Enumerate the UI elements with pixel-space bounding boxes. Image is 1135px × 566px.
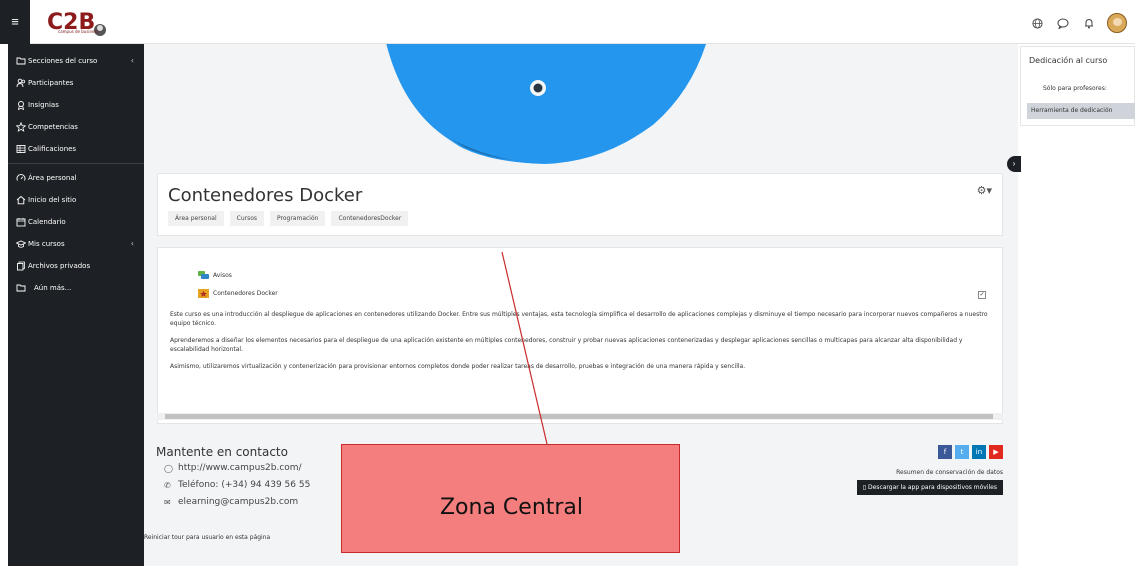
footer-email-link[interactable]: ✉ elearning@campus2b.com — [164, 497, 298, 507]
annotation-callout: Zona Central — [341, 444, 680, 553]
user-avatar[interactable] — [1107, 13, 1127, 33]
block-drawer: Dedicación al curso Sólo para profesores… — [1018, 44, 1135, 566]
footer-website-link[interactable]: ◯ http://www.campus2b.com/ — [164, 463, 302, 473]
activity-contenedores[interactable]: Contenedores Docker — [198, 289, 278, 298]
activity-label: Avisos — [213, 272, 232, 279]
menu-toggle-icon[interactable]: ≡ — [0, 0, 30, 44]
footer-website: http://www.campus2b.com/ — [178, 463, 302, 473]
twitter-icon[interactable]: t — [955, 445, 969, 459]
breadcrumb-item[interactable]: ContenedoresDocker — [331, 211, 409, 226]
breadcrumb: Área personal Cursos Programación Conten… — [168, 211, 409, 226]
sidebar-item-archivos-privados[interactable]: Archivos privados — [8, 255, 144, 277]
star-icon — [16, 122, 26, 132]
graduation-cap-icon — [16, 240, 26, 248]
course-description-paragraph: Aprenderemos a diseñar los elementos nec… — [170, 337, 963, 353]
sidebar-item-area-personal[interactable]: Área personal — [8, 167, 144, 189]
folder-icon — [16, 284, 26, 292]
youtube-icon[interactable]: ▶ — [989, 445, 1003, 459]
table-icon — [16, 145, 26, 153]
page-title: Contenedores Docker — [168, 185, 363, 206]
app-root: ≡ C2B campus de business Secciones del c… — [0, 0, 1135, 566]
lesson-icon — [198, 289, 209, 298]
data-retention-link[interactable]: Resumen de conservación de datos — [896, 469, 1003, 476]
sidebar-item-label: Secciones del curso — [28, 57, 98, 65]
sidebar-item-label: Insignias — [28, 101, 59, 109]
sidebar-item-label: Participantes — [28, 79, 74, 87]
footer-phone: ✆ Teléfono: (+34) 94 439 56 55 — [164, 480, 310, 490]
sidebar-item-insignias[interactable]: Insignias — [8, 94, 144, 116]
drawer-toggle-chevron-icon[interactable]: › — [1007, 156, 1021, 172]
envelope-icon: ✉ — [164, 497, 171, 507]
language-globe-icon[interactable] — [1029, 15, 1045, 31]
phone-icon: ✆ — [164, 480, 171, 490]
chevron-left-icon: ‹ — [130, 56, 134, 65]
sidebar-item-label: Calendario — [28, 218, 66, 226]
horizontal-scrollbar[interactable] — [157, 413, 1003, 420]
sidebar-item-calendario[interactable]: Calendario — [8, 211, 144, 233]
course-header-image — [144, 44, 1018, 170]
activity-avisos[interactable]: Avisos — [198, 271, 232, 280]
sidebar-item-label: Calificaciones — [28, 145, 77, 153]
annotation-label: Zona Central — [439, 495, 584, 520]
dedication-block: Dedicación al curso Sólo para profesores… — [1020, 46, 1135, 126]
site-logo[interactable]: C2B campus de business — [44, 5, 108, 39]
chevron-left-icon: ‹ — [130, 239, 134, 248]
home-icon — [16, 195, 26, 205]
sidebar-item-label: Área personal — [28, 174, 77, 182]
sidebar-item-calificaciones[interactable]: Calificaciones — [8, 138, 144, 160]
linkedin-icon[interactable]: in — [972, 445, 986, 459]
footer-phone-text: Teléfono: (+34) 94 439 56 55 — [178, 480, 311, 490]
breadcrumb-item[interactable]: Cursos — [229, 211, 265, 226]
block-title: Dedicación al curso — [1029, 56, 1108, 65]
folder-icon — [16, 57, 26, 65]
sidebar-item-mis-cursos[interactable]: Mis cursos ‹ — [8, 233, 144, 255]
completion-checkbox-icon[interactable]: ✓ — [978, 291, 986, 299]
course-description-paragraph: Este curso es una introducción al despli… — [170, 311, 988, 327]
gear-icon[interactable]: ⚙▾ — [977, 184, 992, 197]
sidebar-item-participantes[interactable]: Participantes — [8, 72, 144, 94]
logo-tagline: campus de business — [58, 29, 99, 34]
sidebar-item-label: Aún más... — [34, 284, 72, 292]
sidebar-item-competencias[interactable]: Competencias — [8, 116, 144, 138]
mobile-app-button[interactable]: ▯ Descargar la app para dispositivos móv… — [856, 480, 1003, 495]
sidebar-item-aun-mas[interactable]: Aún más... — [8, 277, 144, 299]
course-content-card: Avisos Contenedores Docker ✓ Este curso … — [157, 247, 1003, 424]
reset-tour-link[interactable]: Reiniciar tour para usuario en esta pági… — [144, 534, 270, 541]
forum-icon — [198, 271, 209, 279]
notifications-bell-icon[interactable] — [1081, 15, 1097, 31]
course-header-card: Contenedores Docker ⚙▾ Área personal Cur… — [157, 173, 1003, 236]
files-icon — [17, 261, 25, 271]
messages-icon[interactable] — [1055, 15, 1071, 31]
footer-title: Mantente en contacto — [156, 445, 288, 459]
users-icon — [16, 78, 26, 88]
sidebar-item-label: Competencias — [28, 123, 78, 131]
dedication-tool-button[interactable]: Herramienta de dedicación — [1027, 103, 1135, 119]
activity-label: Contenedores Docker — [213, 290, 278, 297]
mobile-app-button-label: Descargar la app para dispositivos móvil… — [868, 484, 997, 491]
top-navbar: ≡ C2B campus de business — [0, 0, 1135, 44]
sidebar-item-label: Archivos privados — [28, 262, 91, 270]
facebook-icon[interactable]: f — [938, 445, 952, 459]
calendar-icon — [16, 218, 26, 227]
sidebar-item-label: Mis cursos — [28, 240, 65, 248]
dashboard-icon — [16, 174, 26, 181]
sidebar-item-label: Inicio del sitio — [28, 196, 77, 204]
globe-icon: ◯ — [164, 463, 173, 473]
breadcrumb-item[interactable]: Programación — [270, 211, 326, 226]
sidebar-divider — [8, 163, 144, 164]
course-sidebar: Secciones del curso ‹ Participantes Insi… — [8, 44, 144, 566]
breadcrumb-item[interactable]: Área personal — [168, 211, 224, 226]
social-links: f t in ▶ — [938, 445, 1003, 459]
sidebar-item-inicio-sitio[interactable]: Inicio del sitio — [8, 189, 144, 211]
scrollbar-thumb[interactable] — [165, 414, 993, 419]
block-note: Sólo para profesores: — [1043, 85, 1107, 92]
course-description-paragraph: Asimismo, utilizaremos virtualización y … — [170, 363, 746, 370]
footer-email: elearning@campus2b.com — [178, 497, 299, 507]
badge-icon — [17, 101, 25, 110]
sidebar-item-secciones[interactable]: Secciones del curso ‹ — [8, 50, 144, 72]
